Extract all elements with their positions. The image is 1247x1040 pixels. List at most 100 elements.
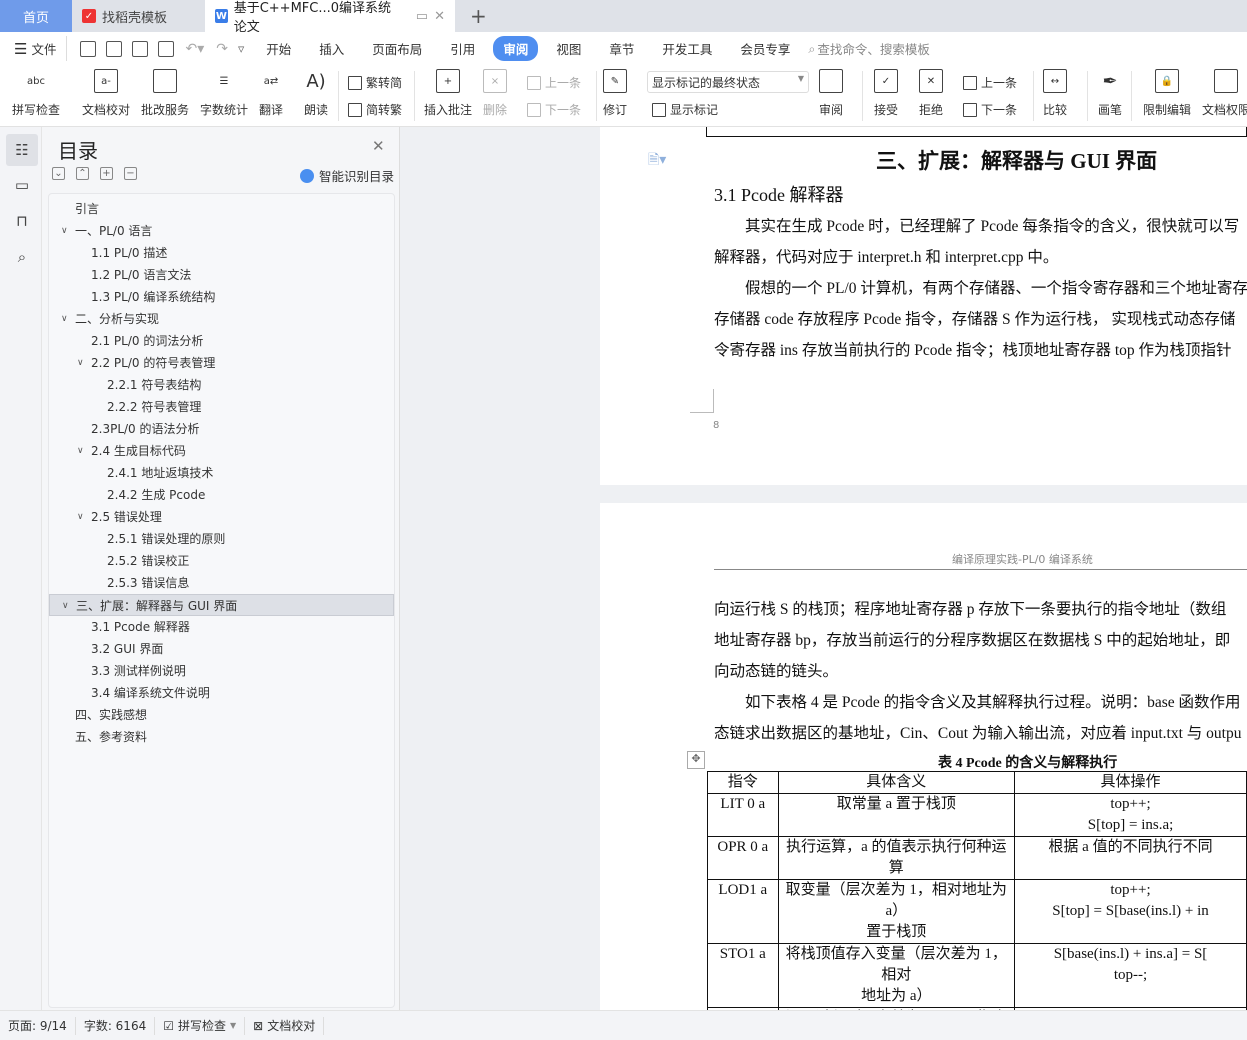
menu-chapter[interactable]: 章节 bbox=[599, 36, 644, 61]
menu-devtools[interactable]: 开发工具 bbox=[652, 36, 722, 61]
chevron-down-icon[interactable]: ∨ bbox=[62, 595, 69, 617]
toc-item[interactable]: 2.4.2 生成 Pcode bbox=[49, 484, 394, 506]
toc-item[interactable]: ∨ 2.5 错误处理 bbox=[49, 506, 394, 528]
toc-item[interactable]: 2.3PL/0 的语法分析 bbox=[49, 418, 394, 440]
paste-options-icon[interactable]: 🗎▾ bbox=[648, 149, 666, 173]
spell-check-status[interactable]: ☑ 拼写检查 ▼ bbox=[155, 1016, 246, 1035]
close-tab-icon[interactable]: ✕ bbox=[434, 9, 445, 24]
simp-to-trad-button[interactable]: 简转繁 bbox=[348, 101, 402, 118]
tab-templates[interactable]: ✓ 找稻壳模板 bbox=[72, 0, 202, 32]
chevron-down-icon[interactable]: ∨ bbox=[77, 506, 84, 528]
accept-button[interactable]: ✓ 接受 bbox=[874, 69, 898, 118]
prev-change-button[interactable]: 上一条 bbox=[963, 74, 1017, 91]
redo-icon[interactable]: ↷ bbox=[216, 41, 228, 57]
toc-icon[interactable]: ☷ bbox=[6, 134, 38, 166]
reject-button[interactable]: ✕ 拒绝 bbox=[919, 69, 943, 118]
pen-button[interactable]: ✒ 画笔 bbox=[1098, 69, 1122, 118]
spell-check-button[interactable]: abc 拼写检查 bbox=[12, 69, 60, 118]
table-move-handle[interactable]: ✥ bbox=[687, 751, 705, 769]
toc-item[interactable]: 1.1 PL/0 描述 bbox=[49, 242, 394, 264]
word-count-button[interactable]: ☰ 字数统计 bbox=[200, 69, 248, 118]
toc-item[interactable]: 1.3 PL/0 编译系统结构 bbox=[49, 286, 394, 308]
menu-review[interactable]: 审阅 bbox=[493, 36, 539, 61]
proofread-button[interactable]: a- 文档校对 bbox=[82, 69, 130, 118]
compare-button[interactable]: ↔ 比较 bbox=[1043, 69, 1067, 118]
hamburger-icon[interactable]: ☰ bbox=[14, 40, 27, 58]
toc-item[interactable]: ∨ 2.2 PL/0 的符号表管理 bbox=[49, 352, 394, 374]
show-markup-button[interactable]: 显示标记 bbox=[652, 101, 718, 118]
undo-icon[interactable]: ↶▾ bbox=[185, 41, 204, 57]
menu-view[interactable]: 视图 bbox=[546, 36, 591, 61]
menu-file[interactable]: 文件 bbox=[27, 36, 68, 61]
toc-item[interactable]: 四、实践感想 bbox=[49, 704, 394, 726]
menu-layout[interactable]: 页面布局 bbox=[362, 36, 432, 61]
toc-item[interactable]: 3.3 测试样例说明 bbox=[49, 660, 394, 682]
minus-icon[interactable]: − bbox=[124, 167, 137, 180]
toc-item[interactable]: 2.5.2 错误校正 bbox=[49, 550, 394, 572]
correction-service-button[interactable]: 批改服务 bbox=[141, 69, 189, 118]
document-canvas[interactable]: 🗎▾ 三、扩展：解释器与 GUI 界面 Pcode 3.1 Pcode 解释器 … bbox=[400, 127, 1247, 1010]
toc-item[interactable]: 1.2 PL/0 语言文法 bbox=[49, 264, 394, 286]
label: 审阅 bbox=[819, 103, 844, 117]
export-pdf-icon[interactable] bbox=[106, 40, 123, 57]
translate-button[interactable]: a⇄ 翻译 bbox=[259, 69, 283, 118]
toc-item[interactable]: ∨ 2.4 生成目标代码 bbox=[49, 440, 394, 462]
read-aloud-button[interactable]: A) 朗读 bbox=[304, 69, 328, 118]
save-icon[interactable] bbox=[80, 40, 97, 57]
tab-document[interactable]: W 基于C++MFC...0编译系统 论文 ▭ ✕ bbox=[205, 0, 455, 35]
insert-comment-button[interactable]: + 插入批注 bbox=[424, 69, 472, 118]
toc-item[interactable]: 3.2 GUI 界面 bbox=[49, 638, 394, 660]
next-comment-button[interactable]: 下一条 bbox=[527, 101, 581, 118]
chevron-down-icon[interactable]: ∨ bbox=[77, 440, 84, 462]
toc-item[interactable]: 3.1 Pcode 解释器 bbox=[49, 616, 394, 638]
review-pane-button[interactable]: 审阅 bbox=[819, 69, 843, 118]
toc-item[interactable]: 引言 bbox=[49, 198, 394, 220]
restrict-editing-button[interactable]: 🔒 限制编辑 bbox=[1143, 69, 1191, 118]
chevron-down-icon[interactable]: ∨ bbox=[61, 220, 68, 242]
toc-item[interactable]: 2.5.1 错误处理的原则 bbox=[49, 528, 394, 550]
menu-member[interactable]: 会员专享 bbox=[730, 36, 800, 61]
new-tab-button[interactable]: + bbox=[460, 0, 497, 32]
trad-to-simp-button[interactable]: 繁转简 bbox=[348, 74, 402, 91]
collapse-all-icon[interactable]: ⌄ bbox=[52, 167, 65, 180]
toc-item[interactable]: ∨ 一、PL/0 语言 bbox=[49, 220, 394, 242]
customize-chevron-icon[interactable]: ▿ bbox=[238, 41, 244, 56]
menu-start[interactable]: 开始 bbox=[256, 36, 301, 61]
menu-references[interactable]: 引用 bbox=[440, 36, 485, 61]
smart-toc-button[interactable]: 智能识别目录 bbox=[300, 166, 394, 185]
toc-label: 2.5.2 错误校正 bbox=[107, 554, 190, 568]
label: 限制编辑 bbox=[1143, 103, 1192, 117]
print-preview-icon[interactable] bbox=[158, 40, 175, 57]
expand-up-icon[interactable]: ⌃ bbox=[76, 167, 89, 180]
close-icon[interactable]: ✕ bbox=[372, 137, 385, 155]
toc-item[interactable]: 2.5.3 错误信息 bbox=[49, 572, 394, 594]
chapter-nav-icon[interactable]: ▭ bbox=[6, 169, 38, 201]
doc-rights-button[interactable]: 文档权限 bbox=[1202, 69, 1247, 118]
delete-comment-button[interactable]: × 删除 bbox=[483, 69, 507, 118]
search-icon[interactable]: ⌕ bbox=[6, 241, 38, 273]
word-count[interactable]: 字数: 6164 bbox=[76, 1016, 156, 1035]
bookmark-icon[interactable]: ⊓ bbox=[6, 205, 38, 237]
plus-icon[interactable]: + bbox=[100, 167, 113, 180]
proofread-status[interactable]: ⊠ 文档校对 bbox=[245, 1016, 325, 1035]
chevron-down-icon[interactable]: ∨ bbox=[61, 308, 68, 330]
toc-item[interactable]: 2.2.2 符号表管理 bbox=[49, 396, 394, 418]
toc-item[interactable]: ∨ 二、分析与实现 bbox=[49, 308, 394, 330]
pin-icon[interactable]: ▭ bbox=[416, 9, 428, 24]
toc-item[interactable]: 五、参考资料 bbox=[49, 726, 394, 748]
toc-item[interactable]: 2.4.1 地址返填技术 bbox=[49, 462, 394, 484]
toc-item[interactable]: 2.1 PL/0 的词法分析 bbox=[49, 330, 394, 352]
toc-item[interactable]: 2.2.1 符号表结构 bbox=[49, 374, 394, 396]
next-change-button[interactable]: 下一条 bbox=[963, 101, 1017, 118]
menu-insert[interactable]: 插入 bbox=[309, 36, 354, 61]
track-changes-button[interactable]: ✎ 修订 bbox=[603, 69, 627, 118]
page-indicator[interactable]: 页面: 9/14 bbox=[0, 1016, 76, 1035]
print-icon[interactable] bbox=[132, 40, 149, 57]
toc-item[interactable]: 3.4 编译系统文件说明 bbox=[49, 682, 394, 704]
command-search[interactable]: 查找命令、搜索模板 bbox=[817, 39, 930, 58]
markup-mode-select[interactable]: 显示标记的最终状态 ▼ bbox=[647, 71, 809, 93]
prev-comment-button[interactable]: 上一条 bbox=[527, 74, 581, 91]
toc-item[interactable]: ∨ 三、扩展：解释器与 GUI 界面 bbox=[49, 594, 394, 616]
chevron-down-icon[interactable]: ∨ bbox=[77, 352, 84, 374]
tab-home[interactable]: 首页 bbox=[0, 0, 72, 32]
